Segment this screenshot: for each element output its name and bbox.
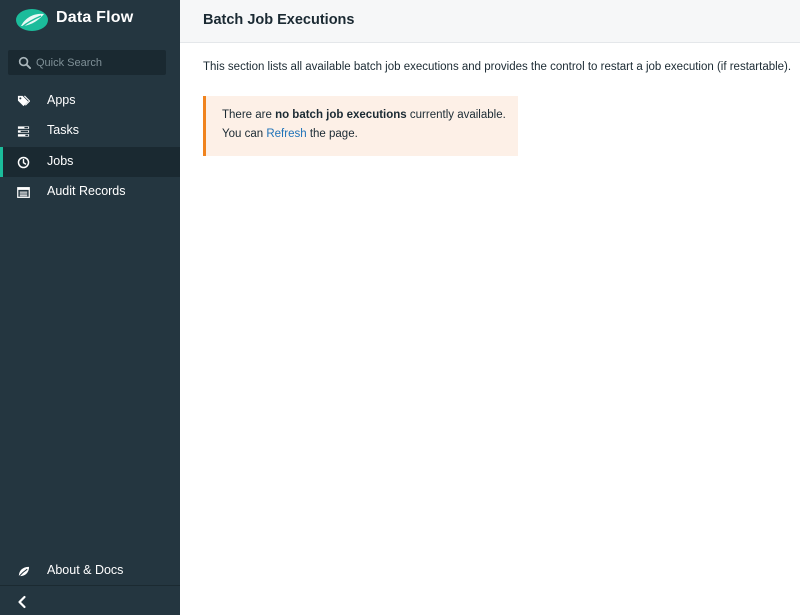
search-input[interactable] bbox=[36, 50, 161, 75]
sidebar-item-label: Audit Records bbox=[47, 184, 126, 198]
sidebar-item-label: Jobs bbox=[47, 154, 74, 168]
page-title: Batch Job Executions bbox=[203, 12, 355, 28]
section-description: This section lists all available batch j… bbox=[203, 61, 792, 73]
chevron-left-icon[interactable] bbox=[14, 594, 30, 610]
brand[interactable]: Data Flow bbox=[0, 0, 180, 40]
sidebar-item-label: Tasks bbox=[47, 123, 79, 137]
alert-text: currently available. bbox=[406, 109, 506, 121]
alert-refresh-hint: You can Refresh the page. bbox=[222, 128, 358, 140]
alert-text: the page. bbox=[306, 128, 358, 140]
page-header: Batch Job Executions bbox=[180, 0, 800, 43]
sidebar-item-label: About & Docs bbox=[47, 563, 124, 577]
empty-state-alert: There are no batch job executions curren… bbox=[203, 96, 518, 156]
alert-text: There are bbox=[222, 109, 276, 121]
sidebar-item-audit-records[interactable]: Audit Records bbox=[0, 177, 180, 207]
alert-message: There are no batch job executions curren… bbox=[222, 109, 506, 121]
sidebar-item-apps[interactable]: Apps bbox=[0, 86, 180, 116]
sidebar-item-label: Apps bbox=[47, 93, 76, 107]
tasks-icon bbox=[17, 126, 30, 137]
brand-title: Data Flow bbox=[56, 9, 134, 26]
divider bbox=[0, 585, 180, 586]
sidebar-item-about-docs[interactable]: About & Docs bbox=[0, 556, 180, 586]
sidebar-item-tasks[interactable]: Tasks bbox=[0, 116, 180, 146]
spring-leaf-logo-icon bbox=[16, 9, 48, 31]
alert-text: You can bbox=[222, 128, 267, 140]
clock-icon bbox=[17, 156, 30, 169]
alert-emphasis: no batch job executions bbox=[275, 109, 407, 121]
tags-icon bbox=[17, 95, 30, 107]
quick-search bbox=[8, 50, 166, 75]
refresh-link[interactable]: Refresh bbox=[266, 128, 306, 140]
sidebar-item-jobs[interactable]: Jobs bbox=[0, 147, 180, 177]
search-icon bbox=[18, 56, 31, 69]
list-icon bbox=[17, 187, 30, 198]
leaf-icon bbox=[18, 566, 30, 577]
sidebar: Data Flow Apps Tasks Job bbox=[0, 0, 180, 615]
